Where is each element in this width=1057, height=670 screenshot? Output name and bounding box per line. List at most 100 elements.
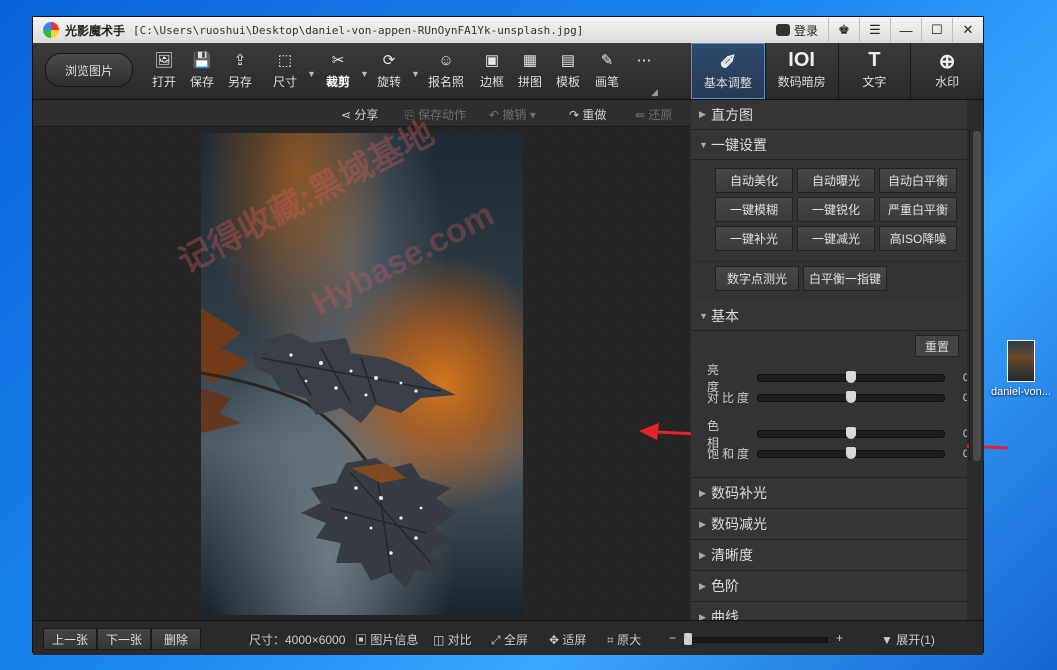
undo-button[interactable]: ↶ 撤销 ▾ xyxy=(489,106,536,123)
white-balance-picker-button[interactable]: 白平衡一指键 xyxy=(803,266,887,291)
fit-screen-button[interactable]: ✥ 适屏 xyxy=(549,631,586,648)
one-click-sharpen-button[interactable]: 一键锐化 xyxy=(797,197,875,222)
brightness-slider[interactable] xyxy=(757,371,945,383)
close-button[interactable]: ✕ xyxy=(952,18,983,42)
high-iso-denoise-button[interactable]: 高ISO降噪 xyxy=(879,226,957,251)
fullscreen-button[interactable]: ⤢ 全屏 xyxy=(491,631,528,648)
one-click-section[interactable]: ▼ 一键设置 xyxy=(691,130,967,160)
status-bar: 上一张 下一张 删除 尺寸：4000×6000 ▣ 图片信息 ◫ 对比 ⤢ 全屏… xyxy=(33,620,983,655)
zoom-in-button[interactable]: + xyxy=(836,631,843,645)
delete-button[interactable]: 删除 xyxy=(151,628,201,650)
redo-button[interactable]: ↷ 重做 xyxy=(569,106,606,123)
shirt-icon: ♚ xyxy=(838,22,850,37)
template-icon: ▤ xyxy=(560,52,576,69)
hue-slider[interactable] xyxy=(757,427,945,439)
zoom-out-button[interactable]: − xyxy=(669,631,676,645)
maximize-button[interactable]: ☐ xyxy=(921,18,952,42)
crop-button[interactable]: ✂ 裁剪 xyxy=(319,51,357,95)
image-canvas[interactable]: ⋖ 分享 ⎘ 保存动作 ↶ 撤销 ▾ ↷ 重做 ⇚ 还原 记得收藏:黑域基地 H… xyxy=(33,100,1009,620)
resize-button[interactable]: ⬚ 尺寸 xyxy=(266,51,304,95)
auto-exposure-button[interactable]: 自动曝光 xyxy=(797,168,875,193)
reset-button[interactable]: 重置 xyxy=(915,335,959,357)
expand-button[interactable]: ▼ 展开(1) xyxy=(881,631,935,648)
reduce-light-section[interactable]: ▶ 数码减光 xyxy=(691,508,967,539)
desktop-file-label: daniel-von... xyxy=(991,386,1051,398)
slider-knob[interactable] xyxy=(846,446,856,459)
darkroom-icon: IOI xyxy=(788,49,815,71)
fill-light-section[interactable]: ▶ 数码补光 xyxy=(691,477,967,508)
app-window: 光影魔术手 [C:\Users\ruoshui\Desktop\daniel-v… xyxy=(32,16,1009,655)
title-bar: 光影魔术手 [C:\Users\ruoshui\Desktop\daniel-v… xyxy=(33,17,983,44)
expand-right-icon: ▶ xyxy=(699,487,706,498)
one-click-fill-light-button[interactable]: 一键补光 xyxy=(715,226,793,251)
auto-white-balance-button[interactable]: 自动白平衡 xyxy=(879,168,957,193)
save-as-icon: ⇪ xyxy=(233,52,247,69)
save-button[interactable]: 💾 保存 xyxy=(183,51,221,95)
one-click-blur-button[interactable]: 一键模糊 xyxy=(715,197,793,222)
histogram-section[interactable]: ▶ 直方图 xyxy=(691,100,967,130)
zoom-knob[interactable] xyxy=(684,633,692,645)
scrollbar-thumb[interactable] xyxy=(973,131,981,461)
open-button[interactable]: 🖼 打开 xyxy=(145,51,183,95)
edit-icon: ✐ xyxy=(719,52,737,74)
toolbar-expand-icon[interactable]: ◢ xyxy=(651,87,658,98)
user-icon xyxy=(775,24,790,36)
app-name: 光影魔术手 xyxy=(65,23,126,38)
one-click-reduce-light-button[interactable]: 一键减光 xyxy=(797,226,875,251)
expand-right-icon: ▶ xyxy=(699,109,706,119)
template-button[interactable]: ▤ 模板 xyxy=(549,51,587,95)
skin-button[interactable]: ♚ xyxy=(828,18,859,42)
tab-basic-adjust[interactable]: ✐ 基本调整 xyxy=(691,43,765,99)
clarity-section[interactable]: ▶ 清晰度 xyxy=(691,539,967,570)
rotate-button[interactable]: ⟳ 旋转 xyxy=(370,51,408,95)
basic-section[interactable]: ▼ 基本 xyxy=(691,301,967,331)
tab-digital-darkroom[interactable]: IOI 数码暗房 xyxy=(764,43,838,99)
collage-icon: ▦ xyxy=(522,52,538,69)
save-icon: 💾 xyxy=(192,52,212,69)
compare-button[interactable]: ◫ 对比 xyxy=(433,631,472,648)
save-as-button[interactable]: ⇪ 另存 xyxy=(221,51,259,95)
resize-dropdown-icon[interactable]: ▼ xyxy=(307,69,316,79)
image-info-button[interactable]: ▣ 图片信息 xyxy=(355,631,418,648)
crop-dropdown-icon[interactable]: ▼ xyxy=(360,69,369,79)
border-button[interactable]: ▣ 边框 xyxy=(473,51,511,95)
login-label: 登录 xyxy=(793,23,818,38)
tab-watermark[interactable]: ⊕ 水印 xyxy=(910,43,983,99)
save-action-button[interactable]: ⎘ 保存动作 xyxy=(405,106,466,123)
login-button[interactable]: 登录 xyxy=(766,20,828,40)
tab-text[interactable]: T 文字 xyxy=(837,43,911,99)
previous-image-button[interactable]: 上一张 xyxy=(43,628,97,650)
saturation-slider[interactable] xyxy=(757,446,945,459)
collage-button[interactable]: ▦ 拼图 xyxy=(511,51,549,95)
expand-right-icon: ▶ xyxy=(699,549,706,560)
original-size-button[interactable]: ⌗ 原大 xyxy=(607,631,641,648)
main-toolbar: 浏览图片 🖼 打开 💾 保存 ⇪ 另存 ⬚ 尺寸 ▼ ✂ 裁剪 ▼ ⟳ 旋转 ▼… xyxy=(33,43,983,100)
slider-knob[interactable] xyxy=(846,371,856,383)
edit-subbar: ⋖ 分享 ⎘ 保存动作 ↶ 撤销 ▾ ↷ 重做 ⇚ 还原 xyxy=(33,100,690,127)
severe-white-balance-button[interactable]: 严重白平衡 xyxy=(879,197,957,222)
auto-enhance-button[interactable]: 自动美化 xyxy=(715,168,793,193)
slider-knob[interactable] xyxy=(846,427,856,439)
id-photo-icon: ☺ xyxy=(438,52,454,69)
brush-icon: ✎ xyxy=(600,52,614,69)
more-icon: ⋯ xyxy=(636,52,652,69)
menu-button[interactable]: ☰ xyxy=(859,18,890,42)
desktop-file-icon[interactable]: daniel-von... xyxy=(986,340,1056,398)
contrast-slider[interactable] xyxy=(757,390,945,403)
brush-button[interactable]: ✎ 画笔 xyxy=(588,51,626,95)
slider-knob[interactable] xyxy=(846,390,856,403)
panel-scrollbar[interactable] xyxy=(969,129,984,461)
minimize-button[interactable]: — xyxy=(890,18,921,42)
levels-section[interactable]: ▶ 色阶 xyxy=(691,570,967,601)
curves-section[interactable]: ▶ 曲线 xyxy=(691,601,967,620)
browse-images-button[interactable]: 浏览图片 xyxy=(45,53,133,87)
share-button[interactable]: ⋖ 分享 xyxy=(341,106,378,123)
zoom-slider[interactable] xyxy=(684,633,828,645)
spot-metering-button[interactable]: 数字点测光 xyxy=(715,266,799,291)
restore-button[interactable]: ⇚ 还原 xyxy=(635,106,672,123)
id-photo-button[interactable]: ☺ 报名照 xyxy=(427,51,465,95)
rotate-dropdown-icon[interactable]: ▼ xyxy=(411,69,420,79)
right-tabs: ✐ 基本调整 IOI 数码暗房 T 文字 ⊕ 水印 xyxy=(691,43,983,99)
next-image-button[interactable]: 下一张 xyxy=(97,628,151,650)
basic-sliders: 重置 亮 度 0 对比度 0 色 相 0 饱和度 0 xyxy=(691,331,967,477)
